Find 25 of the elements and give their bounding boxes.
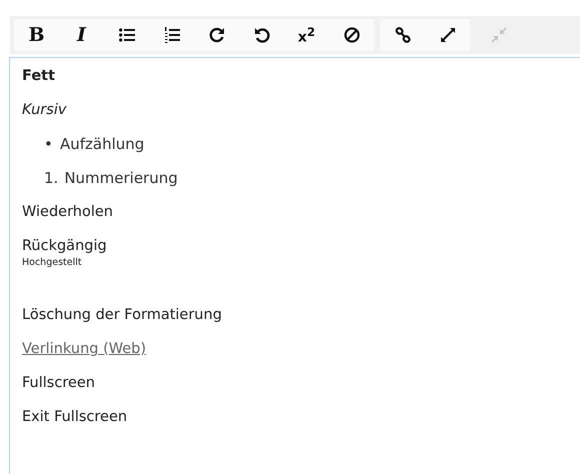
bullet-marker: •	[44, 134, 54, 154]
italic-button[interactable]: I	[59, 19, 104, 51]
list-number: 1.	[44, 168, 58, 188]
italic-paragraph: Kursiv	[22, 101, 66, 120]
bold-paragraph: Fett	[22, 67, 56, 86]
numbered-item-text: Nummerierung	[64, 168, 178, 188]
bulleted-list-icon	[118, 28, 134, 42]
prohibited-circle-icon	[344, 27, 360, 43]
paragraph: Rückgängig	[22, 237, 107, 256]
superscript-text: Hochgestellt	[22, 257, 82, 269]
paragraph: Fullscreen	[22, 374, 95, 393]
redo-icon	[208, 27, 224, 43]
expand-arrows-icon	[440, 27, 456, 43]
bullet-item-text: Aufzählung	[60, 134, 144, 154]
chain-link-icon	[394, 27, 410, 43]
paragraph: Wiederholen	[22, 203, 114, 222]
numbered-list-icon	[164, 27, 180, 43]
paragraph: Löschung der Formatierung	[22, 306, 222, 325]
superscript-button[interactable]: x$^{2}$	[284, 19, 329, 51]
bold-button[interactable]: B	[14, 19, 59, 51]
paragraph: Exit Fullscreen	[22, 408, 128, 427]
undo-icon	[254, 27, 270, 43]
compress-arrows-icon	[490, 27, 506, 43]
web-link[interactable]: Verlinkung (Web)	[22, 341, 146, 357]
editor-area[interactable]: Fett Kursiv • Aufzählung 1. Nummerierung Wiederholen Rückgängig Hochgestellt Löschung der Formatierung Verlinkung (Web) Fullscreen Exit Fullscreen	[9, 57, 580, 474]
